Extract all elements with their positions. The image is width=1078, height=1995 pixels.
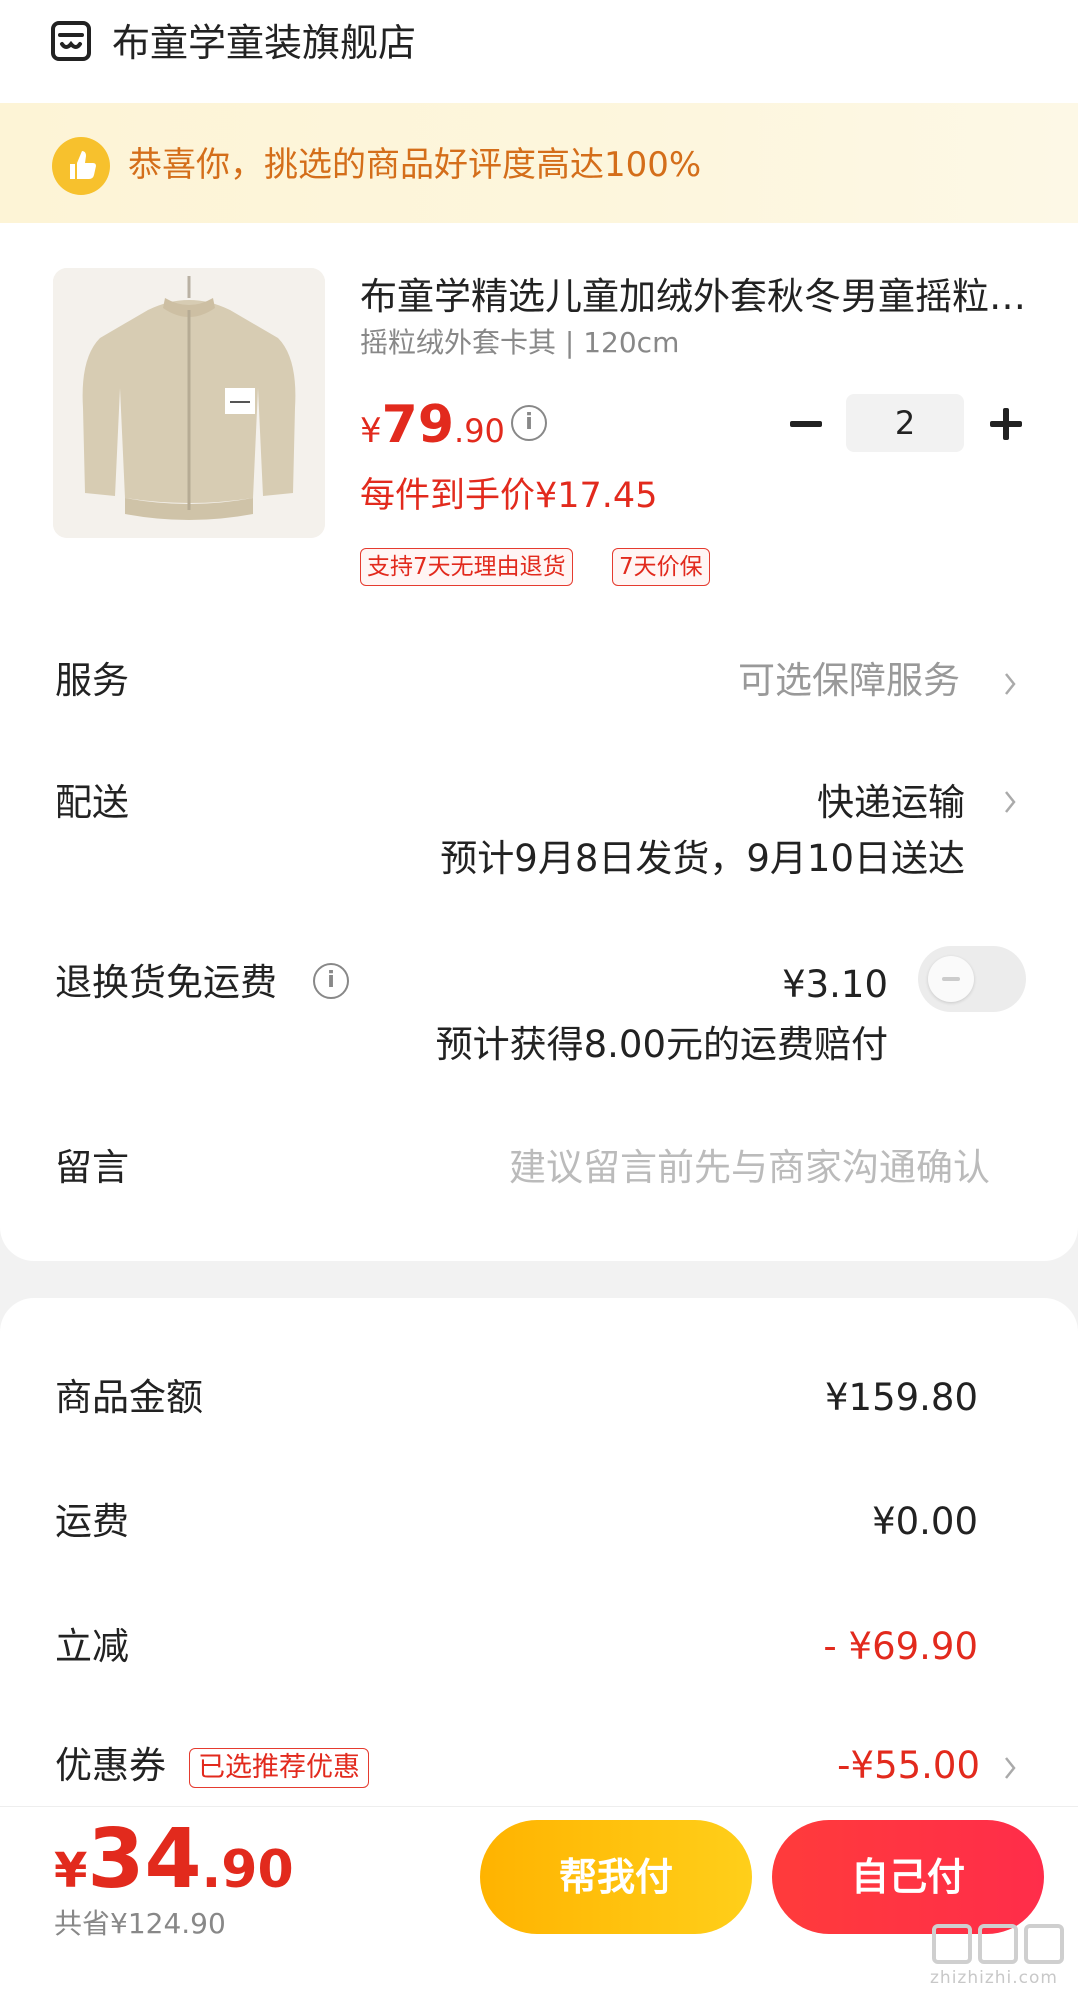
store-icon (51, 21, 91, 61)
price-protect-tag: 7天价保 (612, 548, 710, 586)
thumbs-up-icon (52, 137, 110, 195)
quantity-input[interactable]: 2 (846, 394, 964, 452)
return-shipping-info-icon[interactable]: i (313, 963, 349, 999)
coupon-chevron-icon[interactable] (1003, 1756, 1017, 1780)
return-shipping-note: 预计获得8.00元的运费赔付 (435, 1023, 888, 1066)
total-decimal: .90 (201, 1840, 294, 1900)
discount-label: 立减 (55, 1625, 129, 1668)
price-integer: 79 (381, 395, 455, 455)
message-label: 留言 (55, 1146, 129, 1189)
return-policy-tag: 支持7天无理由退货 (360, 548, 573, 586)
store-name[interactable]: 布童学童装旗舰店 (112, 20, 416, 66)
service-chevron-icon[interactable] (1003, 672, 1017, 696)
goods-amount-label: 商品金额 (55, 1376, 203, 1419)
total-currency: ¥ (54, 1843, 88, 1899)
price-currency: ¥ (360, 411, 382, 451)
watermark-text: zhizhizhi.com (930, 1968, 1058, 1988)
saved-amount: 共省¥124.90 (54, 1907, 226, 1940)
discount-value: - ¥69.90 (823, 1625, 978, 1668)
product-spec[interactable]: 摇粒绒外套卡其 | 120cm (360, 324, 679, 362)
banner-text: 恭喜你，挑选的商品好评度高达100% (128, 145, 702, 185)
coupon-value[interactable]: -¥55.00 (837, 1741, 980, 1791)
product-price: ¥79.90 (360, 395, 505, 455)
quantity-minus-button[interactable] (788, 404, 824, 444)
price-info-icon[interactable]: i (511, 405, 547, 441)
quantity-plus-button[interactable] (986, 404, 1026, 444)
help-me-pay-button[interactable]: 帮我付 (480, 1820, 752, 1934)
delivery-method[interactable]: 快递运输 (817, 778, 965, 828)
shipping-label: 运费 (55, 1500, 129, 1543)
delivery-estimate: 预计9月8日发货，9月10日送达 (440, 837, 965, 880)
unit-price: 每件到手价¥17.45 (360, 476, 658, 516)
service-value[interactable]: 可选保障服务 (738, 656, 960, 706)
total-integer: 34 (87, 1812, 202, 1907)
goods-amount-value: ¥159.80 (824, 1376, 978, 1419)
product-image[interactable] (53, 268, 325, 538)
total-price: ¥34.90 (54, 1812, 294, 1907)
coupon-label: 优惠券 (55, 1744, 166, 1787)
shipping-value: ¥0.00 (872, 1500, 978, 1543)
message-input[interactable]: 建议留言前先与商家沟通确认 (509, 1143, 990, 1193)
delivery-label: 配送 (55, 781, 129, 824)
toggle-knob (928, 956, 974, 1002)
service-label: 服务 (55, 659, 129, 702)
product-title[interactable]: 布童学精选儿童加绒外套秋冬男童摇粒绒外套 (360, 272, 1030, 322)
price-decimal: .90 (454, 412, 505, 450)
return-shipping-label: 退换货免运费 (55, 961, 277, 1004)
coupon-tag: 已选推荐优惠 (189, 1748, 369, 1788)
delivery-chevron-icon[interactable] (1003, 790, 1017, 814)
return-shipping-price: ¥3.10 (782, 963, 888, 1006)
